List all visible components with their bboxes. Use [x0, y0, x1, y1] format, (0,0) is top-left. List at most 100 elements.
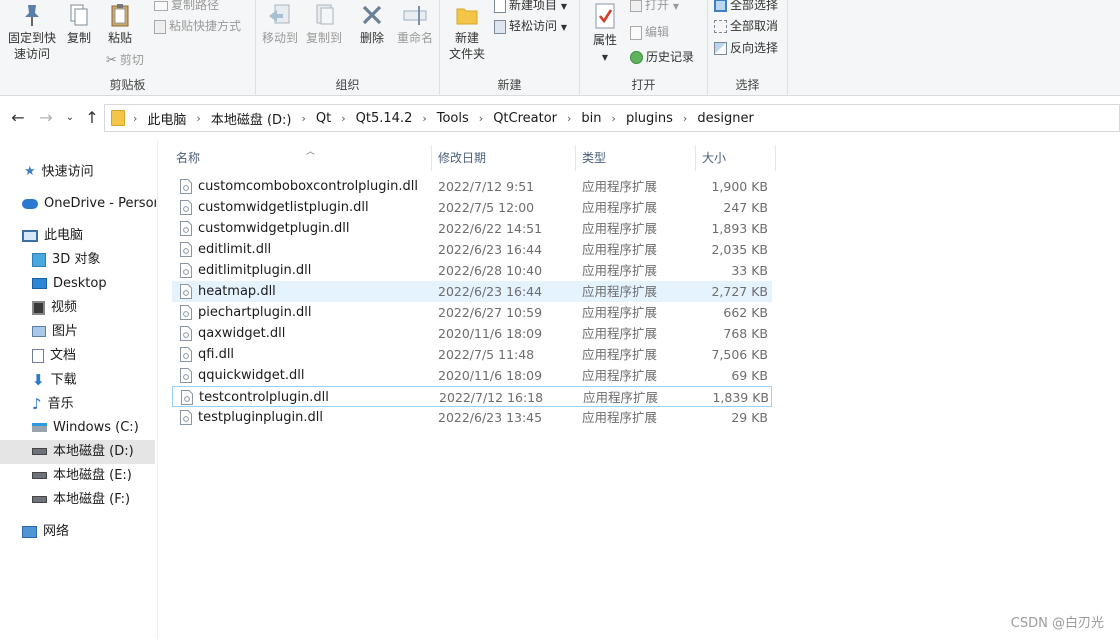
breadcrumb-item[interactable]: QtCreator — [493, 111, 557, 126]
breadcrumb-item[interactable]: 此电脑 — [147, 109, 186, 128]
breadcrumb-separator[interactable]: › — [683, 112, 687, 125]
breadcrumb-item[interactable]: Tools — [437, 111, 469, 126]
file-row[interactable]: heatmap.dll 2022/6/23 16:44 应用程序扩展 2,727 KB — [172, 281, 772, 302]
column-header-size[interactable]: 大小 — [696, 145, 776, 171]
sidebar-item[interactable]: 本地磁盘 (E:) — [32, 464, 156, 488]
rename-button[interactable]: 重命名 — [394, 2, 436, 46]
breadcrumb-separator[interactable]: › — [341, 112, 345, 125]
file-date: 2022/6/27 10:59 — [438, 305, 543, 320]
file-name: qfi.dll — [198, 347, 235, 362]
open-button[interactable]: 打开 ▼ — [630, 0, 679, 14]
file-name: customcomboboxcontrolplugin.dll — [198, 179, 418, 194]
file-type: 应用程序扩展 — [582, 326, 658, 341]
file-type: 应用程序扩展 — [583, 390, 659, 405]
file-row[interactable]: editlimit.dll 2022/6/23 16:44 应用程序扩展 2,035 … — [172, 239, 772, 260]
file-row[interactable]: qquickwidget.dll 2020/11/6 18:09 应用程序扩展 69 … — [172, 365, 772, 386]
copy-to-button[interactable]: 复制到 — [302, 2, 346, 46]
sidebar-item-label: 网络 — [43, 524, 70, 539]
sidebar-item-label: 3D 对象 — [52, 252, 101, 267]
sidebar-item[interactable]: 本地磁盘 (D:) — [0, 440, 155, 464]
breadcrumb-separator[interactable]: › — [612, 112, 616, 125]
history-button[interactable]: 历史记录 — [630, 48, 694, 66]
breadcrumb-item[interactable]: designer — [697, 111, 753, 126]
sidebar-item[interactable]: 视频 — [32, 296, 156, 320]
address-bar[interactable]: › 此电脑 › 本地磁盘 (D:) › Qt › Qt5.14.2 › Tools › QtCrea… — [104, 104, 1120, 132]
sidebar-item[interactable]: 图片 — [32, 320, 156, 344]
breadcrumb-item[interactable]: Qt — [316, 111, 331, 126]
file-row[interactable]: testcontrolplugin.dll 2022/7/12 16:18 应用程序… — [172, 386, 772, 407]
new-group-label: 新建 — [497, 78, 522, 92]
file-row[interactable]: customwidgetplugin.dll 2022/6/22 14:51 应用程… — [172, 218, 772, 239]
pin-quick-access-button[interactable]: 固定到快 速访问 — [4, 2, 60, 62]
arrow-right-icon: → — [39, 108, 53, 127]
file-size: 7,506 KB — [711, 347, 768, 362]
sidebar-item[interactable]: Desktop — [32, 272, 156, 296]
easy-access-label: 轻松访问 — [509, 19, 558, 33]
desktop-icon — [32, 278, 47, 289]
breadcrumb-separator[interactable]: › — [196, 112, 200, 125]
breadcrumb-separator[interactable]: › — [567, 112, 571, 125]
sidebar-item[interactable]: 文档 — [32, 344, 156, 368]
paste-shortcut-button[interactable]: 粘贴快捷方式 — [154, 17, 241, 35]
new-item-button[interactable]: 新建项目 ▼ — [494, 0, 567, 14]
up-button[interactable]: ↑ — [82, 108, 102, 128]
breadcrumb-separator[interactable]: › — [479, 112, 483, 125]
sidebar-item[interactable]: 3D 对象 — [32, 248, 156, 272]
file-row[interactable]: testpluginplugin.dll 2022/6/23 13:45 应用程序扩… — [172, 407, 772, 428]
sidebar-item[interactable]: Windows (C:) — [32, 416, 156, 440]
sidebar-item[interactable]: ⬇ 下载 — [32, 368, 156, 392]
move-to-button[interactable]: 移动到 — [260, 2, 300, 46]
column-header-name[interactable]: 名称 ︿ — [170, 145, 432, 171]
file-row[interactable]: qaxwidget.dll 2020/11/6 18:09 应用程序扩展 768 KB — [172, 323, 772, 344]
delete-button[interactable]: 删除 — [354, 2, 390, 46]
edit-icon — [630, 25, 642, 40]
new-folder-button[interactable]: 新建 文件夹 — [446, 2, 488, 62]
paste-button[interactable]: 粘贴 — [102, 2, 138, 46]
file-name: qquickwidget.dll — [198, 368, 305, 383]
invert-selection-button[interactable]: 反向选择 — [714, 39, 778, 57]
breadcrumb-separator[interactable]: › — [302, 112, 306, 125]
paste-shortcut-icon — [154, 19, 166, 34]
forward-button[interactable]: → — [36, 108, 56, 128]
file-type: 应用程序扩展 — [582, 347, 658, 362]
breadcrumb-item[interactable]: 本地磁盘 (D:) — [211, 109, 292, 128]
file-row[interactable]: piechartplugin.dll 2022/6/27 10:59 应用程序扩展 6… — [172, 302, 772, 323]
sidebar-item[interactable]: OneDrive - Personal — [22, 192, 156, 216]
sidebar-item[interactable]: 此电脑 — [22, 224, 156, 248]
column-header-date[interactable]: 修改日期 — [432, 145, 576, 171]
history-label: 历史记录 — [646, 50, 695, 64]
breadcrumb-item[interactable]: plugins — [626, 111, 673, 126]
copy-button[interactable]: 复制 — [62, 2, 96, 46]
copy-path-label: 复制路径 — [171, 0, 220, 12]
sidebar-item[interactable]: ★ 快速访问 — [24, 160, 156, 184]
sidebar-item[interactable]: ♪ 音乐 — [32, 392, 156, 416]
file-row[interactable]: customcomboboxcontrolplugin.dll 2022/7/12… — [172, 176, 772, 197]
file-date: 2022/7/12 9:51 — [438, 179, 535, 194]
easy-access-button[interactable]: 轻松访问 ▼ — [494, 17, 567, 35]
recent-locations-button[interactable]: ⌄ — [60, 108, 80, 128]
column-header-type[interactable]: 类型 — [576, 145, 696, 171]
file-type: 应用程序扩展 — [582, 305, 658, 320]
breadcrumb-separator[interactable]: › — [422, 112, 426, 125]
sidebar-item[interactable]: 本地磁盘 (F:) — [32, 488, 156, 512]
breadcrumb-item[interactable]: bin — [581, 111, 601, 126]
sidebar-item-label: 音乐 — [47, 396, 74, 412]
file-row[interactable]: customwidgetlistplugin.dll 2022/7/5 12:00… — [172, 197, 772, 218]
cut-button[interactable]: ✂ 剪切 — [106, 51, 144, 69]
sidebar-item-label: 快速访问 — [41, 164, 94, 180]
file-row[interactable]: qfi.dll 2022/7/5 11:48 应用程序扩展 7,506 KB — [172, 344, 772, 365]
select-none-button[interactable]: 全部取消 — [714, 17, 778, 35]
properties-button[interactable]: 属性 ▼ — [588, 2, 622, 66]
ribbon-group-organize: 移动到 复制到 删除 重命名 组织 — [256, 0, 440, 96]
back-button[interactable]: ← — [8, 108, 28, 128]
cube-icon — [32, 252, 46, 267]
easy-access-icon — [494, 19, 506, 34]
select-all-button[interactable]: 全部选择 — [714, 0, 778, 14]
breadcrumb-item[interactable]: Qt5.14.2 — [356, 111, 413, 126]
edit-button[interactable]: 编辑 — [630, 23, 669, 41]
sidebar-item[interactable]: 网络 — [22, 520, 156, 544]
file-size: 768 KB — [723, 326, 768, 341]
copy-path-button[interactable]: 复制路径 — [154, 0, 219, 14]
file-size: 2,727 KB — [711, 284, 768, 299]
file-row[interactable]: editlimitplugin.dll 2022/6/28 10:40 应用程序扩展… — [172, 260, 772, 281]
